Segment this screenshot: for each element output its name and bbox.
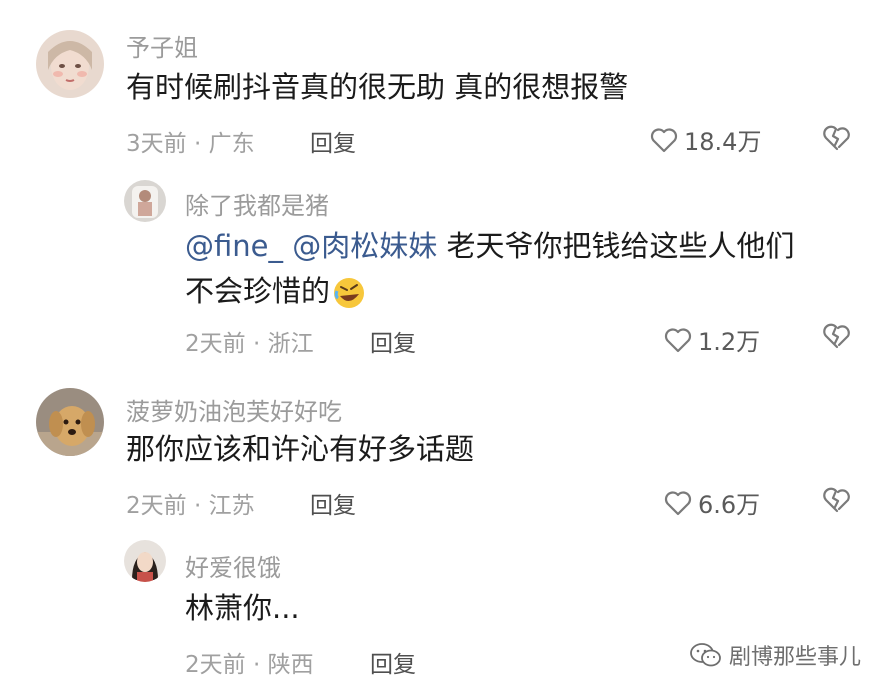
comment-meta: 2天前 · 江苏: [126, 493, 255, 519]
avatar[interactable]: [36, 30, 104, 98]
avatar[interactable]: [36, 388, 104, 456]
like-button[interactable]: 18.4万: [650, 122, 761, 157]
like-button[interactable]: 6.6万: [664, 485, 760, 520]
comment-text-line-1: @fine_ @肉松妹妹 老天爷你把钱给这些人他们: [185, 223, 794, 269]
watermark: 剧博那些事儿: [689, 639, 861, 671]
like-count: 1.2万: [698, 328, 761, 356]
comment-text: 那你应该和许沁有好多话题: [126, 432, 475, 466]
comment-text: 有时候刷抖音真的很无助 真的很想报警: [126, 70, 629, 104]
comment-meta: 2天前 · 浙江: [185, 331, 314, 357]
mention-link[interactable]: @肉松妹妹: [292, 229, 437, 263]
reply-button[interactable]: 回复: [370, 324, 416, 358]
comment-text: 林萧你...: [185, 591, 300, 625]
like-count: 6.6万: [698, 491, 761, 519]
avatar[interactable]: [124, 540, 166, 582]
watermark-text: 剧博那些事儿: [728, 645, 861, 670]
comment-text-line-2: 不会珍惜的: [185, 268, 366, 314]
username[interactable]: 菠萝奶油泡芙好好吃: [126, 392, 342, 427]
like-button[interactable]: 1.2万: [664, 322, 760, 357]
broken-heart-icon[interactable]: [822, 486, 852, 514]
reply-button[interactable]: 回复: [310, 486, 356, 520]
heart-outline-icon: [664, 490, 692, 515]
heart-outline-icon: [664, 327, 692, 352]
comment-text: 老天爷你把钱给这些人他们: [437, 229, 795, 263]
username[interactable]: 除了我都是猪: [185, 186, 329, 221]
username[interactable]: 好爱很饿: [185, 548, 281, 583]
comment-meta: 2天前 · 陕西: [185, 652, 314, 678]
avatar[interactable]: [124, 180, 166, 222]
username[interactable]: 予子姐: [126, 28, 198, 63]
reply-button[interactable]: 回复: [310, 124, 356, 158]
like-count: 18.4万: [684, 128, 762, 156]
comment-text: 不会珍惜的: [185, 274, 331, 308]
heart-outline-icon: [650, 127, 678, 152]
mention-link[interactable]: @fine_: [185, 229, 283, 263]
reply-button[interactable]: 回复: [370, 645, 416, 679]
wechat-icon: [690, 643, 721, 667]
broken-heart-icon[interactable]: [822, 322, 852, 350]
comment-meta: 3天前 · 广东: [126, 131, 255, 157]
broken-heart-icon[interactable]: [822, 124, 852, 152]
rolling-on-floor-laughing-emoji: [334, 278, 365, 308]
